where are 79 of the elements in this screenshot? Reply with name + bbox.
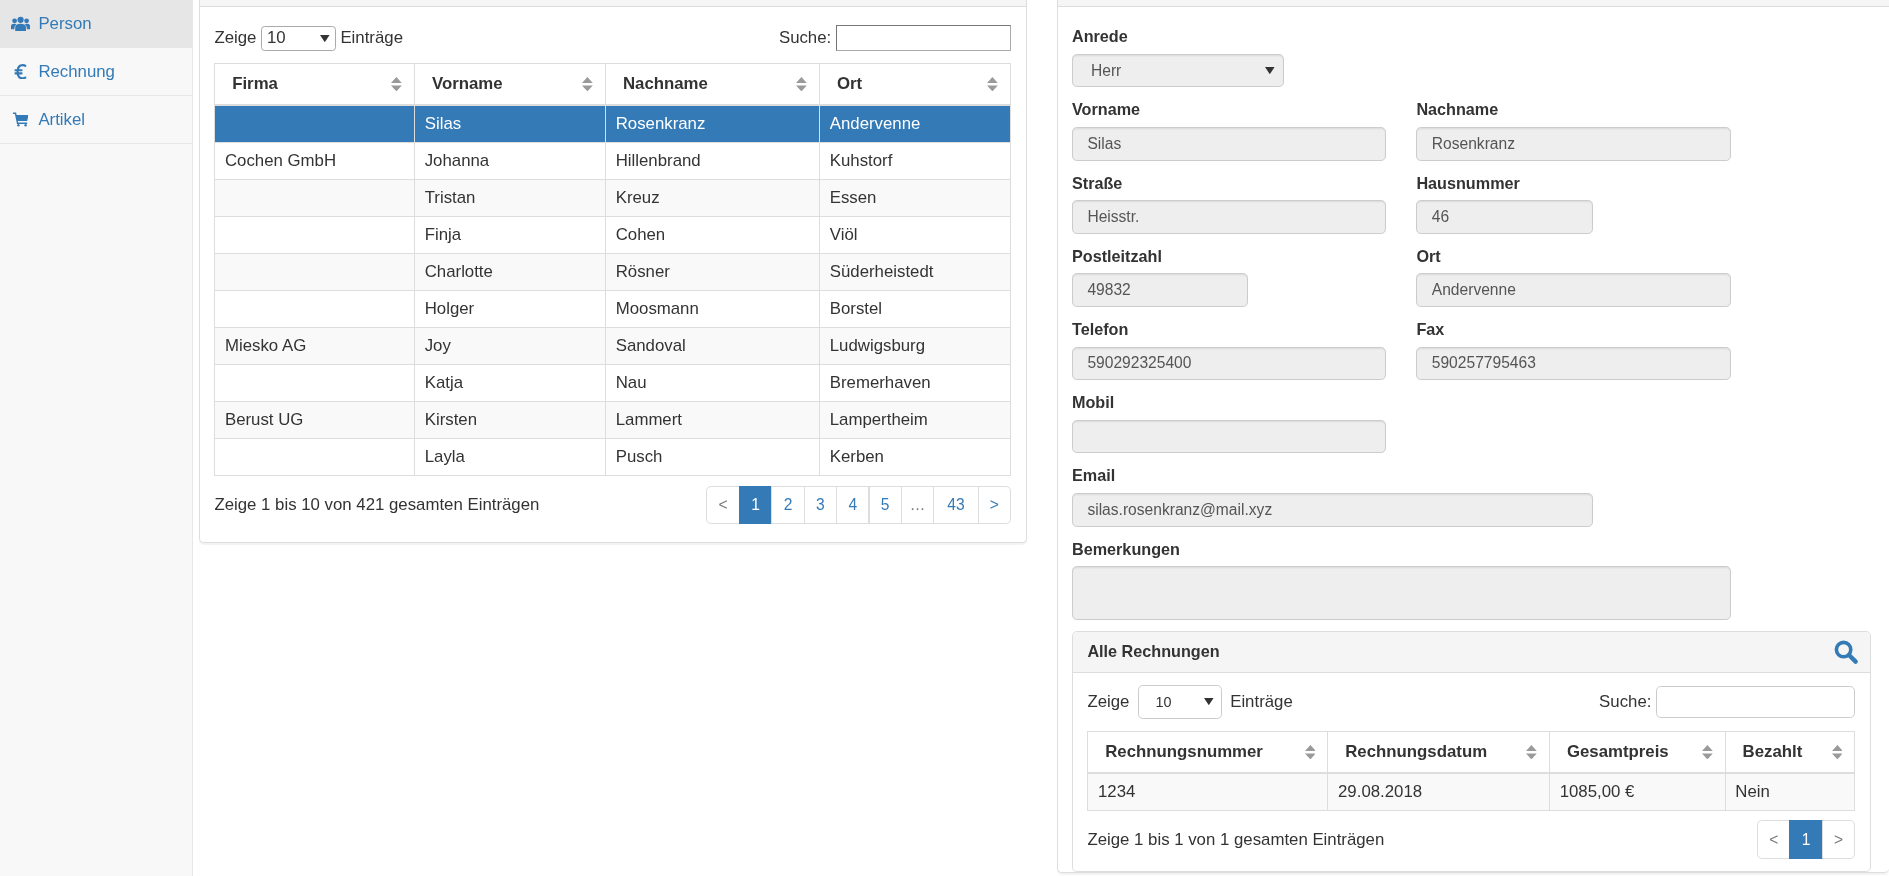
table-info: Zeige 1 bis 1 von 1 gesamten Einträgen [1087, 829, 1385, 850]
table-cell: Charlotte [414, 253, 606, 291]
page-button[interactable]: 43 [933, 485, 979, 524]
field-label: Nachname [1416, 99, 1500, 121]
field-label: Mobil [1072, 392, 1116, 414]
length-label: Zeige [1087, 691, 1130, 712]
page-button[interactable]: 5 [868, 485, 902, 524]
length-label: Zeige [214, 28, 257, 49]
page-button[interactable]: 1 [1789, 820, 1823, 859]
table-cell: Rosenkranz [605, 105, 820, 143]
table-cell: Berust UG [214, 401, 415, 439]
table-cell: Nein [1725, 772, 1855, 811]
column-header[interactable]: Bezahlt [1725, 731, 1855, 773]
sidebar-item[interactable]: Rechnung [0, 48, 192, 96]
table-cell: Finja [414, 216, 606, 254]
table-cell: Essen [819, 179, 1011, 217]
table-cell: Lammert [605, 401, 820, 439]
page-button[interactable]: 1 [738, 485, 773, 524]
field-label: Postleitzahl [1072, 245, 1163, 267]
search-label: Suche: [1599, 691, 1652, 712]
table-cell: 1234 [1087, 772, 1328, 811]
field-label: Straße [1072, 172, 1124, 194]
table-cell: Nau [605, 364, 820, 402]
column-header[interactable]: Rechnungsnummer [1087, 731, 1328, 773]
column-header[interactable]: Rechnungsdatum [1327, 731, 1550, 773]
page-button[interactable]: 4 [836, 485, 870, 524]
table-cell: Süderheistedt [819, 253, 1011, 291]
search-label: Suche: [778, 28, 832, 49]
page-size-select[interactable]: 10 [261, 25, 336, 51]
table-cell: Johanna [414, 142, 606, 180]
table-cell: Katja [414, 364, 606, 402]
table-cell: Bremerhaven [819, 364, 1011, 402]
page-size-select[interactable]: 10 [1137, 684, 1222, 720]
length-label: Einträge [340, 28, 403, 49]
table-cell: Pusch [605, 438, 820, 476]
table-cell: 29.08.2018 [1327, 772, 1550, 811]
table-cell: Andervenne [819, 105, 1011, 143]
table-cell: Kreuz [605, 179, 820, 217]
page-button[interactable]: 2 [771, 485, 805, 524]
table-cell: Moosmann [605, 290, 820, 328]
table-cell: Cohen [605, 216, 820, 254]
table-cell: Kirsten [414, 401, 606, 439]
table-cell: Hillenbrand [605, 142, 820, 180]
field-label: Bemerkungen [1072, 538, 1181, 560]
table-cell: Rösner [605, 253, 820, 291]
table-cell: Ludwigsburg [819, 327, 1011, 365]
column-header[interactable]: Gesamtpreis [1549, 731, 1726, 773]
field-label: Anrede [1072, 26, 1129, 48]
table-cell: 1085,00 € [1549, 772, 1726, 811]
table-cell: Kerben [819, 438, 1011, 476]
table-cell: Silas [414, 105, 606, 143]
column-header[interactable]: Nachname [605, 63, 820, 105]
field-label: Vorname [1072, 99, 1142, 121]
field-label: Hausnummer [1416, 172, 1521, 194]
panel-title: Alle Rechnungen [1087, 642, 1220, 662]
table-cell: Layla [414, 438, 606, 476]
table-cell: Holger [414, 290, 606, 328]
table-cell: Sandoval [605, 327, 820, 365]
table-info: Zeige 1 bis 10 von 421 gesamten Einträgen [214, 494, 540, 515]
field-label: Telefon [1072, 318, 1130, 340]
field-label: Ort [1416, 245, 1442, 267]
column-header[interactable]: Ort [819, 63, 1011, 105]
table-cell: Miesko AG [214, 327, 415, 365]
page-button[interactable]: > [977, 485, 1012, 524]
sidebar-item[interactable]: Artikel [0, 96, 192, 144]
table-cell: Cochen GmbH [214, 142, 415, 180]
column-header[interactable]: Firma [214, 63, 415, 105]
table-cell: Kuhstorf [819, 142, 1011, 180]
field-label: Fax [1416, 318, 1446, 340]
table-cell: Viöl [819, 216, 1011, 254]
column-header[interactable]: Vorname [414, 63, 606, 105]
page-button[interactable]: 3 [803, 485, 838, 524]
table-cell: Borstel [819, 290, 1011, 328]
table-cell: Joy [414, 327, 606, 365]
sidebar-item[interactable]: Person [0, 0, 192, 48]
length-label: Einträge [1230, 691, 1293, 712]
field-label: Email [1072, 465, 1117, 487]
table-cell: Lampertheim [819, 401, 1011, 439]
table-cell: Tristan [414, 179, 606, 217]
